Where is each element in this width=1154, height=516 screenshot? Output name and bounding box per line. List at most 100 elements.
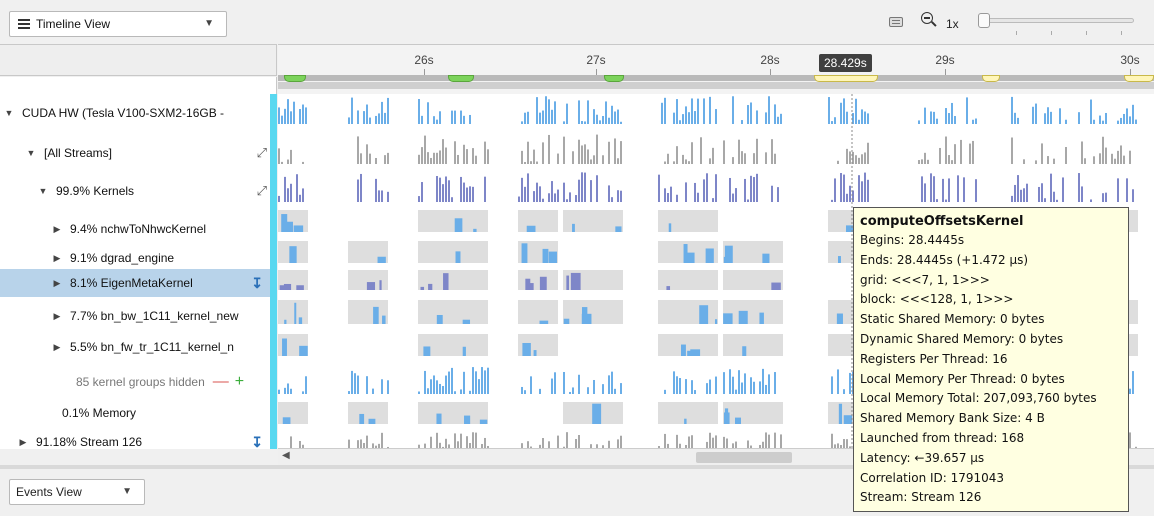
kernel-bar[interactable]	[539, 320, 549, 324]
activity-bar[interactable]	[448, 371, 450, 394]
kernel-bar[interactable]	[443, 273, 449, 290]
activity-bar[interactable]	[744, 178, 746, 202]
kernel-bar[interactable]	[428, 283, 433, 290]
activity-bar[interactable]	[753, 177, 755, 202]
events-view-dropdown[interactable]: Events View ▼	[9, 479, 145, 505]
activity-bar[interactable]	[747, 105, 749, 124]
activity-bar[interactable]	[284, 176, 286, 202]
kernel-bar[interactable]	[479, 419, 488, 424]
activity-bar[interactable]	[299, 194, 301, 202]
kernel-bar[interactable]	[705, 248, 714, 263]
activity-bar[interactable]	[617, 109, 619, 124]
kernel-bar[interactable]	[566, 275, 570, 290]
activity-bar[interactable]	[768, 374, 770, 394]
activity-bar[interactable]	[1084, 158, 1086, 164]
activity-bar[interactable]	[942, 178, 944, 202]
activity-bar[interactable]	[284, 108, 286, 124]
activity-bar[interactable]	[387, 152, 389, 164]
activity-bar[interactable]	[536, 97, 538, 124]
activity-bar[interactable]	[703, 98, 705, 124]
activity-bar[interactable]	[484, 141, 486, 164]
activity-bar[interactable]	[774, 153, 776, 164]
activity-bar[interactable]	[551, 378, 553, 394]
activity-bar[interactable]	[1014, 184, 1016, 202]
activity-bar[interactable]	[418, 99, 420, 124]
activity-bar[interactable]	[1078, 173, 1080, 202]
activity-bar[interactable]	[381, 101, 383, 124]
activity-bar[interactable]	[584, 144, 586, 164]
activity-bar[interactable]	[673, 112, 675, 124]
activity-bar[interactable]	[1117, 150, 1119, 164]
activity-bar[interactable]	[855, 155, 857, 164]
activity-bar[interactable]	[614, 138, 616, 164]
activity-bar[interactable]	[439, 177, 441, 202]
activity-bar[interactable]	[287, 188, 289, 202]
collapse-triangle-icon[interactable]: ▼	[38, 186, 48, 196]
kernel-bar[interactable]	[563, 318, 570, 324]
activity-bar[interactable]	[1123, 155, 1125, 164]
activity-bar[interactable]	[1035, 103, 1037, 124]
activity-bar[interactable]	[741, 382, 743, 394]
activity-bar[interactable]	[1102, 193, 1104, 202]
activity-bar[interactable]	[691, 98, 693, 124]
activity-bar[interactable]	[768, 96, 770, 124]
activity-bar[interactable]	[729, 369, 731, 394]
activity-bar[interactable]	[945, 199, 947, 202]
activity-bar[interactable]	[861, 181, 863, 202]
activity-bar[interactable]	[1023, 188, 1025, 202]
activity-bar[interactable]	[747, 199, 749, 202]
activity-bar[interactable]	[951, 102, 953, 124]
activity-bar[interactable]	[608, 141, 610, 164]
kernel-bar[interactable]	[723, 412, 730, 424]
activity-bar[interactable]	[451, 367, 453, 394]
activity-bar[interactable]	[951, 160, 953, 164]
activity-bar[interactable]	[780, 434, 782, 449]
activity-bar[interactable]	[436, 176, 438, 202]
activity-bar[interactable]	[418, 196, 420, 202]
activity-bar[interactable]	[472, 148, 474, 164]
activity-bar[interactable]	[454, 141, 456, 164]
activity-bar[interactable]	[837, 369, 839, 394]
activity-bar[interactable]	[457, 154, 459, 164]
activity-bar[interactable]	[351, 97, 353, 124]
activity-bar[interactable]	[439, 111, 441, 124]
activity-bar[interactable]	[1041, 143, 1043, 164]
kernel-bar[interactable]	[742, 346, 747, 356]
activity-bar[interactable]	[753, 153, 755, 164]
activity-bar[interactable]	[369, 153, 371, 164]
activity-bar[interactable]	[611, 105, 613, 124]
activity-bar[interactable]	[774, 104, 776, 124]
activity-bar[interactable]	[372, 388, 374, 394]
activity-bar[interactable]	[608, 185, 610, 202]
activity-bar[interactable]	[691, 380, 693, 394]
activity-bar[interactable]	[554, 193, 556, 202]
activity-bar[interactable]	[732, 376, 734, 394]
kernel-bar[interactable]	[759, 312, 764, 324]
zoom-slider-thumb[interactable]	[978, 13, 990, 28]
activity-bar[interactable]	[427, 388, 429, 394]
activity-bar[interactable]	[709, 432, 711, 449]
activity-bar[interactable]	[1105, 192, 1107, 202]
activity-bar[interactable]	[694, 182, 696, 202]
activity-bar[interactable]	[614, 111, 616, 124]
kernel-bar[interactable]	[723, 313, 733, 324]
activity-bar[interactable]	[614, 388, 616, 394]
activity-bar[interactable]	[602, 384, 604, 394]
activity-bar[interactable]	[1053, 191, 1055, 202]
activity-bar[interactable]	[302, 161, 304, 164]
activity-bar[interactable]	[424, 370, 426, 394]
activity-bar[interactable]	[581, 172, 583, 202]
activity-bar[interactable]	[421, 182, 423, 202]
activity-bar[interactable]	[709, 158, 711, 164]
activity-bar[interactable]	[293, 101, 295, 124]
activity-bar[interactable]	[1023, 159, 1025, 164]
activity-bar[interactable]	[957, 175, 959, 202]
kernel-block[interactable]	[518, 300, 558, 324]
activity-bar[interactable]	[735, 389, 737, 394]
activity-bar[interactable]	[924, 152, 926, 164]
activity-bar[interactable]	[536, 182, 538, 202]
kernel-bar[interactable]	[436, 314, 443, 324]
activity-bar[interactable]	[661, 102, 663, 124]
activity-bar[interactable]	[384, 112, 386, 124]
activity-bar[interactable]	[463, 115, 465, 124]
